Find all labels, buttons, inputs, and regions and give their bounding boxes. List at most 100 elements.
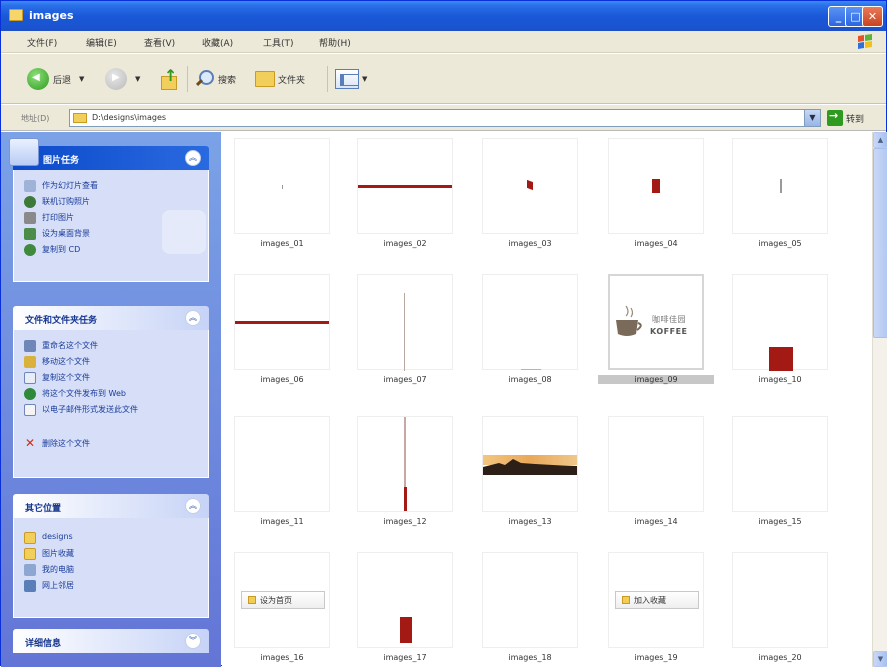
scroll-thumb[interactable] bbox=[873, 148, 887, 338]
thumbnail-image bbox=[482, 138, 578, 234]
back-dropdown-icon[interactable]: ▼ bbox=[79, 75, 84, 83]
task-slideshow[interactable]: 作为幻灯片查看 bbox=[24, 180, 98, 192]
place-label: designs bbox=[42, 532, 73, 541]
up-folder-button[interactable] bbox=[159, 64, 179, 94]
scroll-up-button[interactable]: ▲ bbox=[873, 132, 887, 148]
file-name: images_03 bbox=[508, 239, 552, 248]
folder-icon bbox=[9, 9, 23, 21]
file-tasks-header[interactable]: 文件和文件夹任务 ︽ bbox=[13, 306, 209, 330]
title-bar[interactable]: images _ □ ✕ bbox=[1, 1, 886, 31]
favorite-icon bbox=[622, 596, 630, 604]
address-input[interactable]: D:\designs\images ▼ bbox=[69, 109, 821, 127]
task-copy[interactable]: 复制这个文件 bbox=[24, 372, 90, 384]
place-label: 图片收藏 bbox=[42, 549, 74, 558]
desktop-icon bbox=[24, 228, 36, 240]
file-name: images_01 bbox=[260, 239, 304, 248]
task-publish-web[interactable]: 将这个文件发布到 Web bbox=[24, 388, 126, 400]
task-move[interactable]: 移动这个文件 bbox=[24, 356, 90, 368]
file-name: images_09 bbox=[598, 375, 714, 384]
collapse-chevron-icon[interactable]: ︽ bbox=[185, 498, 201, 514]
add-favorite-button-image: 加入收藏 bbox=[615, 591, 699, 609]
go-label: 转到 bbox=[846, 114, 865, 125]
task-label: 打印图片 bbox=[42, 213, 74, 222]
place-my-computer[interactable]: 我的电脑 bbox=[24, 564, 74, 576]
task-print[interactable]: 打印图片 bbox=[24, 212, 74, 224]
file-name: images_14 bbox=[634, 517, 678, 526]
task-label: 复制到 CD bbox=[42, 245, 81, 254]
thumbnail-image bbox=[234, 274, 330, 370]
task-label: 联机订购照片 bbox=[42, 197, 90, 206]
task-label: 删除这个文件 bbox=[42, 439, 90, 448]
task-copy-to-cd[interactable]: 复制到 CD bbox=[24, 244, 80, 256]
search-button[interactable]: 搜索 bbox=[195, 64, 236, 94]
close-button[interactable]: ✕ bbox=[862, 6, 883, 27]
thumbnail-image bbox=[357, 138, 453, 234]
folders-button[interactable]: 文件夹 bbox=[255, 64, 305, 94]
image-content bbox=[400, 617, 412, 643]
add-favorite-label: 加入收藏 bbox=[634, 595, 666, 605]
back-button[interactable]: 后退 ▼ bbox=[27, 64, 84, 94]
collapse-chevron-icon[interactable]: ︽ bbox=[185, 150, 201, 166]
expand-chevron-icon[interactable]: ︾ bbox=[185, 633, 201, 649]
views-dropdown-icon: ▼ bbox=[362, 75, 368, 83]
thumbnail-image bbox=[357, 274, 453, 371]
place-designs[interactable]: designs bbox=[24, 532, 73, 544]
thumbnail-image bbox=[482, 552, 578, 648]
file-name: images_10 bbox=[758, 375, 802, 384]
folders-label: 文件夹 bbox=[278, 75, 306, 86]
views-button[interactable]: ▼ bbox=[335, 64, 367, 94]
toolbar: 后退 ▼ ▼ 搜索 文件夹 ▼ bbox=[1, 54, 886, 104]
coffee-title-en: KOFFEE bbox=[650, 327, 688, 336]
menu-tools[interactable]: 工具(T) bbox=[263, 36, 294, 49]
scroll-down-button[interactable]: ▼ bbox=[873, 651, 887, 667]
task-email[interactable]: 以电子邮件形式发送此文件 bbox=[24, 404, 174, 416]
forward-button[interactable]: ▼ bbox=[105, 64, 140, 94]
menu-view[interactable]: 查看(V) bbox=[144, 36, 175, 49]
address-dropdown-icon[interactable]: ▼ bbox=[804, 110, 820, 126]
picture-tasks-panel: 图片任务 ︽ 作为幻灯片查看 联机订购照片 打印图片 设为桌面背景 复制到 CD bbox=[9, 138, 209, 282]
thumbnail-image bbox=[732, 416, 828, 512]
details-header[interactable]: 详细信息 ︾ bbox=[13, 629, 209, 653]
other-places-title: 其它位置 bbox=[25, 504, 62, 514]
menu-file[interactable]: 文件(F) bbox=[27, 36, 57, 49]
task-label: 作为幻灯片查看 bbox=[42, 181, 98, 190]
vertical-scrollbar[interactable]: ▲ ▼ bbox=[872, 132, 887, 667]
thumbnail-image: 加入收藏 bbox=[608, 552, 704, 648]
thumbnail-image bbox=[482, 274, 578, 370]
menu-help[interactable]: 帮助(H) bbox=[319, 36, 351, 49]
task-delete[interactable]: ✕ 删除这个文件 bbox=[24, 437, 90, 450]
file-name: images_13 bbox=[508, 517, 552, 526]
menu-bar: 文件(F) 编辑(E) 查看(V) 收藏(A) 工具(T) 帮助(H) bbox=[1, 31, 886, 53]
other-places-body: designs 图片收藏 我的电脑 网上邻居 bbox=[13, 518, 209, 618]
task-order-prints[interactable]: 联机订购照片 bbox=[24, 196, 90, 208]
task-label: 重命名这个文件 bbox=[42, 341, 98, 350]
image-content bbox=[404, 417, 406, 487]
forward-dropdown-icon[interactable]: ▼ bbox=[135, 75, 140, 83]
image-content bbox=[404, 293, 405, 371]
collapse-chevron-icon[interactable]: ︽ bbox=[185, 310, 201, 326]
task-pane: 图片任务 ︽ 作为幻灯片查看 联机订购照片 打印图片 设为桌面背景 复制到 CD… bbox=[1, 132, 221, 667]
place-network[interactable]: 网上邻居 bbox=[24, 580, 74, 592]
details-title: 详细信息 bbox=[25, 639, 62, 649]
image-content bbox=[483, 455, 577, 475]
image-content bbox=[358, 185, 452, 188]
picture-tasks-header[interactable]: 图片任务 ︽ bbox=[9, 138, 209, 170]
task-label: 以电子邮件形式发送此文件 bbox=[42, 405, 138, 414]
file-name: images_19 bbox=[634, 653, 678, 662]
place-my-pictures[interactable]: 图片收藏 bbox=[24, 548, 74, 560]
other-places-header[interactable]: 其它位置 ︽ bbox=[13, 494, 209, 518]
set-home-label: 设为首页 bbox=[260, 595, 292, 605]
thumbnail-image bbox=[608, 416, 704, 512]
file-tasks-body: 重命名这个文件 移动这个文件 复制这个文件 将这个文件发布到 Web 以电子邮件… bbox=[13, 330, 209, 478]
explorer-window: images _ □ ✕ 文件(F) 编辑(E) 查看(V) 收藏(A) 工具(… bbox=[0, 0, 887, 667]
go-button[interactable]: 转到 bbox=[827, 109, 865, 126]
file-name: images_06 bbox=[260, 375, 304, 384]
windows-logo-icon bbox=[858, 34, 872, 49]
menu-edit[interactable]: 编辑(E) bbox=[86, 36, 117, 49]
task-rename[interactable]: 重命名这个文件 bbox=[24, 340, 98, 352]
image-content bbox=[282, 185, 283, 189]
task-desktop-background[interactable]: 设为桌面背景 bbox=[24, 228, 90, 240]
window-title: images bbox=[29, 9, 74, 22]
task-label: 设为桌面背景 bbox=[42, 229, 90, 238]
menu-favorites[interactable]: 收藏(A) bbox=[202, 36, 233, 49]
